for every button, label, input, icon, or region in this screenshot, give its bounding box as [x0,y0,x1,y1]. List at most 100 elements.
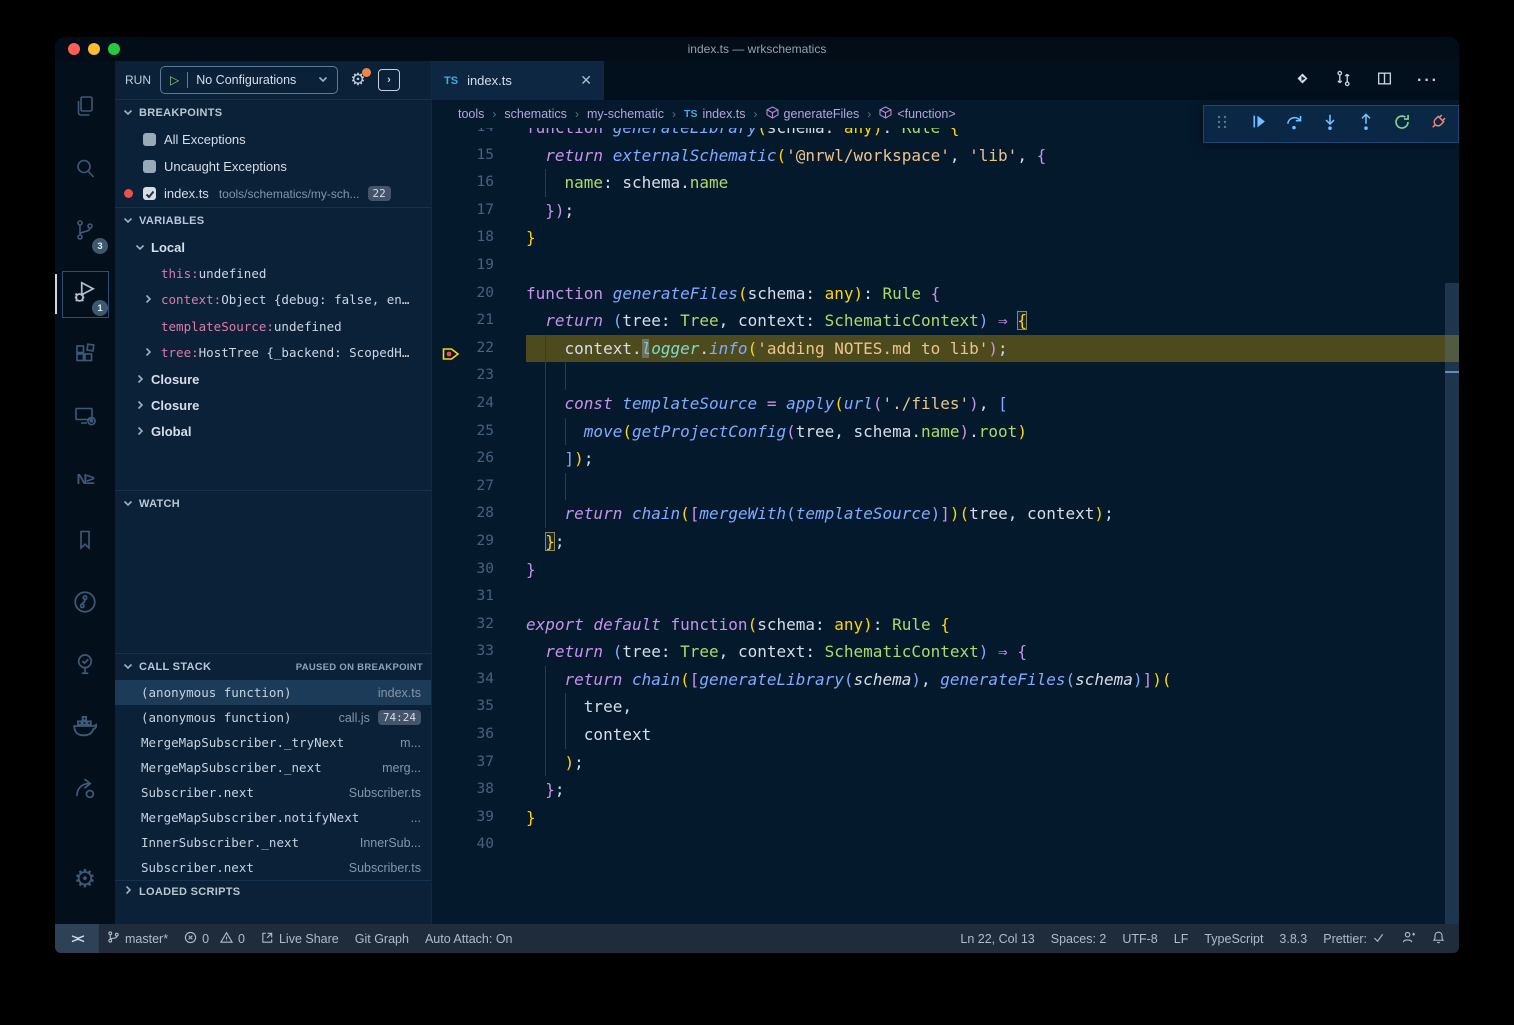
compare-changes-icon[interactable] [1335,70,1352,92]
code-line-22[interactable]: 22 context.logger.info('adding NOTES.md … [432,335,1459,363]
line-number[interactable]: 20 [432,280,494,308]
line-number[interactable]: 35 [432,693,494,721]
line-number[interactable]: 19 [432,252,494,280]
expand-chevron-icon[interactable] [143,292,153,307]
line-number[interactable]: 29 [432,528,494,556]
variable-row[interactable]: tree: HostTree {_backend: ScopedH… [115,340,431,367]
code-line-38[interactable]: 38 }; [432,776,1459,804]
code-line-34[interactable]: 34 return chain([generateLibrary(schema)… [432,666,1459,694]
more-actions-icon[interactable]: ··· [1417,72,1439,90]
split-editor-icon[interactable] [1376,70,1393,92]
activity-item-extensions[interactable] [55,325,115,387]
callstack-frame[interactable]: Subscriber.nextSubscriber.ts [115,780,431,805]
breakpoint-checkbox[interactable] [143,160,156,173]
variable-row[interactable]: templateSource: undefined [115,313,431,340]
line-number[interactable]: 39 [432,804,494,832]
breakpoint-row[interactable]: index.tstools/schematics/my-sch...22 [115,180,431,207]
breadcrumb--function-[interactable]: <function> [879,106,955,122]
breadcrumb-my-schematic[interactable]: my-schematic [587,107,664,121]
activity-item-explorer[interactable] [55,77,115,139]
code-editor[interactable]: 14function generateLibrary(schema: any):… [432,128,1459,924]
callstack-frame[interactable]: MergeMapSubscriber._tryNextm... [115,730,431,755]
callstack-frame[interactable]: Subscriber.nextSubscriber.ts [115,855,431,880]
line-number[interactable]: 23 [432,362,494,390]
code-line-16[interactable]: 16 name: schema.name [432,169,1459,197]
variables-scope-global[interactable]: Global [115,418,431,444]
call-stack-section-header[interactable]: CALL STACK PAUSED ON BREAKPOINT [115,653,431,680]
breadcrumb-index-ts[interactable]: TSindex.ts [684,107,746,121]
status-item-utf-8[interactable]: UTF-8 [1114,932,1165,946]
line-number[interactable]: 21 [432,307,494,335]
line-number[interactable]: 36 [432,721,494,749]
activity-item-run-debug[interactable]: 1 [55,263,115,325]
line-number[interactable]: 40 [432,831,494,859]
activity-item-nx-console[interactable]: N≥ [55,449,115,511]
code-line-19[interactable]: 19 [432,252,1459,280]
status-item-auto-attach--on[interactable]: Auto Attach: On [417,924,521,953]
launch-configuration-dropdown[interactable]: ▷ No Configurations [160,66,338,94]
continue-button[interactable] [1240,106,1276,142]
code-line-29[interactable]: 29 }; [432,528,1459,556]
line-number[interactable]: 17 [432,197,494,225]
code-line-40[interactable]: 40 [432,831,1459,859]
callstack-frame[interactable]: MergeMapSubscriber._nextmerg... [115,755,431,780]
code-line-23[interactable]: 23 [432,362,1459,390]
debug-settings-gear[interactable]: ⚙ [347,70,369,90]
vertical-scrollbar[interactable] [1445,128,1459,924]
maximize-window-button[interactable] [108,43,120,55]
code-line-24[interactable]: 24 const templateSource = apply(url('./f… [432,390,1459,418]
line-number[interactable]: 24 [432,390,494,418]
activity-item-gitlens[interactable] [55,573,115,635]
expand-chevron-icon[interactable] [143,345,153,360]
status-item-live-share[interactable]: Live Share [253,924,347,953]
variable-row[interactable]: this: undefined [115,260,431,287]
status-item-git-graph[interactable]: Git Graph [347,924,417,953]
variables-scope-local[interactable]: Local [115,234,431,260]
line-number[interactable]: 33 [432,638,494,666]
activity-item-project-share[interactable] [55,759,115,821]
line-number[interactable]: 26 [432,445,494,473]
code-line-27[interactable]: 27 [432,473,1459,501]
status-item-ln-22--col-13[interactable]: Ln 22, Col 13 [952,932,1042,946]
code-line-21[interactable]: 21 return (tree: Tree, context: Schemati… [432,307,1459,335]
line-number[interactable]: 18 [432,224,494,252]
close-tab-icon[interactable]: ✕ [580,72,592,89]
status-item-0[interactable]: 00 [176,924,253,953]
code-line-35[interactable]: 35 tree, [432,693,1459,721]
status-item-spaces--2[interactable]: Spaces: 2 [1043,932,1115,946]
breadcrumb-tools[interactable]: tools [458,107,484,121]
start-debug-icon[interactable]: ▷ [170,73,179,87]
close-window-button[interactable] [68,43,80,55]
line-number[interactable]: 37 [432,749,494,777]
variables-scope-closure[interactable]: Closure [115,392,431,418]
variable-row[interactable]: context: Object {debug: false, en… [115,287,431,314]
breakpoint-row[interactable]: All Exceptions [115,126,431,153]
code-line-20[interactable]: 20function generateFiles(schema: any): R… [432,280,1459,308]
breakpoints-section-header[interactable]: BREAKPOINTS [115,99,431,126]
activity-item-docker[interactable] [55,697,115,759]
disconnect-button[interactable] [1420,106,1456,142]
status-item-feedback[interactable] [1393,930,1424,947]
callstack-frame[interactable]: (anonymous function)index.ts [115,680,431,705]
line-number[interactable]: 31 [432,583,494,611]
code-line-32[interactable]: 32export default function(schema: any): … [432,611,1459,639]
open-changes-icon[interactable] [1294,70,1311,92]
open-debug-console-button[interactable]: › [378,69,400,91]
breadcrumb-schematics[interactable]: schematics [504,107,567,121]
breakpoint-checkbox[interactable] [143,187,156,200]
status-item-bell[interactable] [1424,930,1453,947]
code-line-36[interactable]: 36 context [432,721,1459,749]
line-number[interactable]: 34 [432,666,494,694]
step-into-button[interactable] [1312,106,1348,142]
code-line-33[interactable]: 33 return (tree: Tree, context: Schemati… [432,638,1459,666]
scrollbar-slider[interactable] [1445,283,1459,924]
loaded-scripts-section-header[interactable]: LOADED SCRIPTS [115,880,431,902]
status-item-3-8-3[interactable]: 3.8.3 [1271,932,1315,946]
code-line-30[interactable]: 30} [432,556,1459,584]
code-line-18[interactable]: 18} [432,224,1459,252]
activity-item-search[interactable] [55,139,115,201]
status-item-prettier-[interactable]: Prettier: [1315,931,1393,947]
line-number[interactable]: 30 [432,556,494,584]
status-item-lf[interactable]: LF [1166,932,1197,946]
minimize-window-button[interactable] [88,43,100,55]
